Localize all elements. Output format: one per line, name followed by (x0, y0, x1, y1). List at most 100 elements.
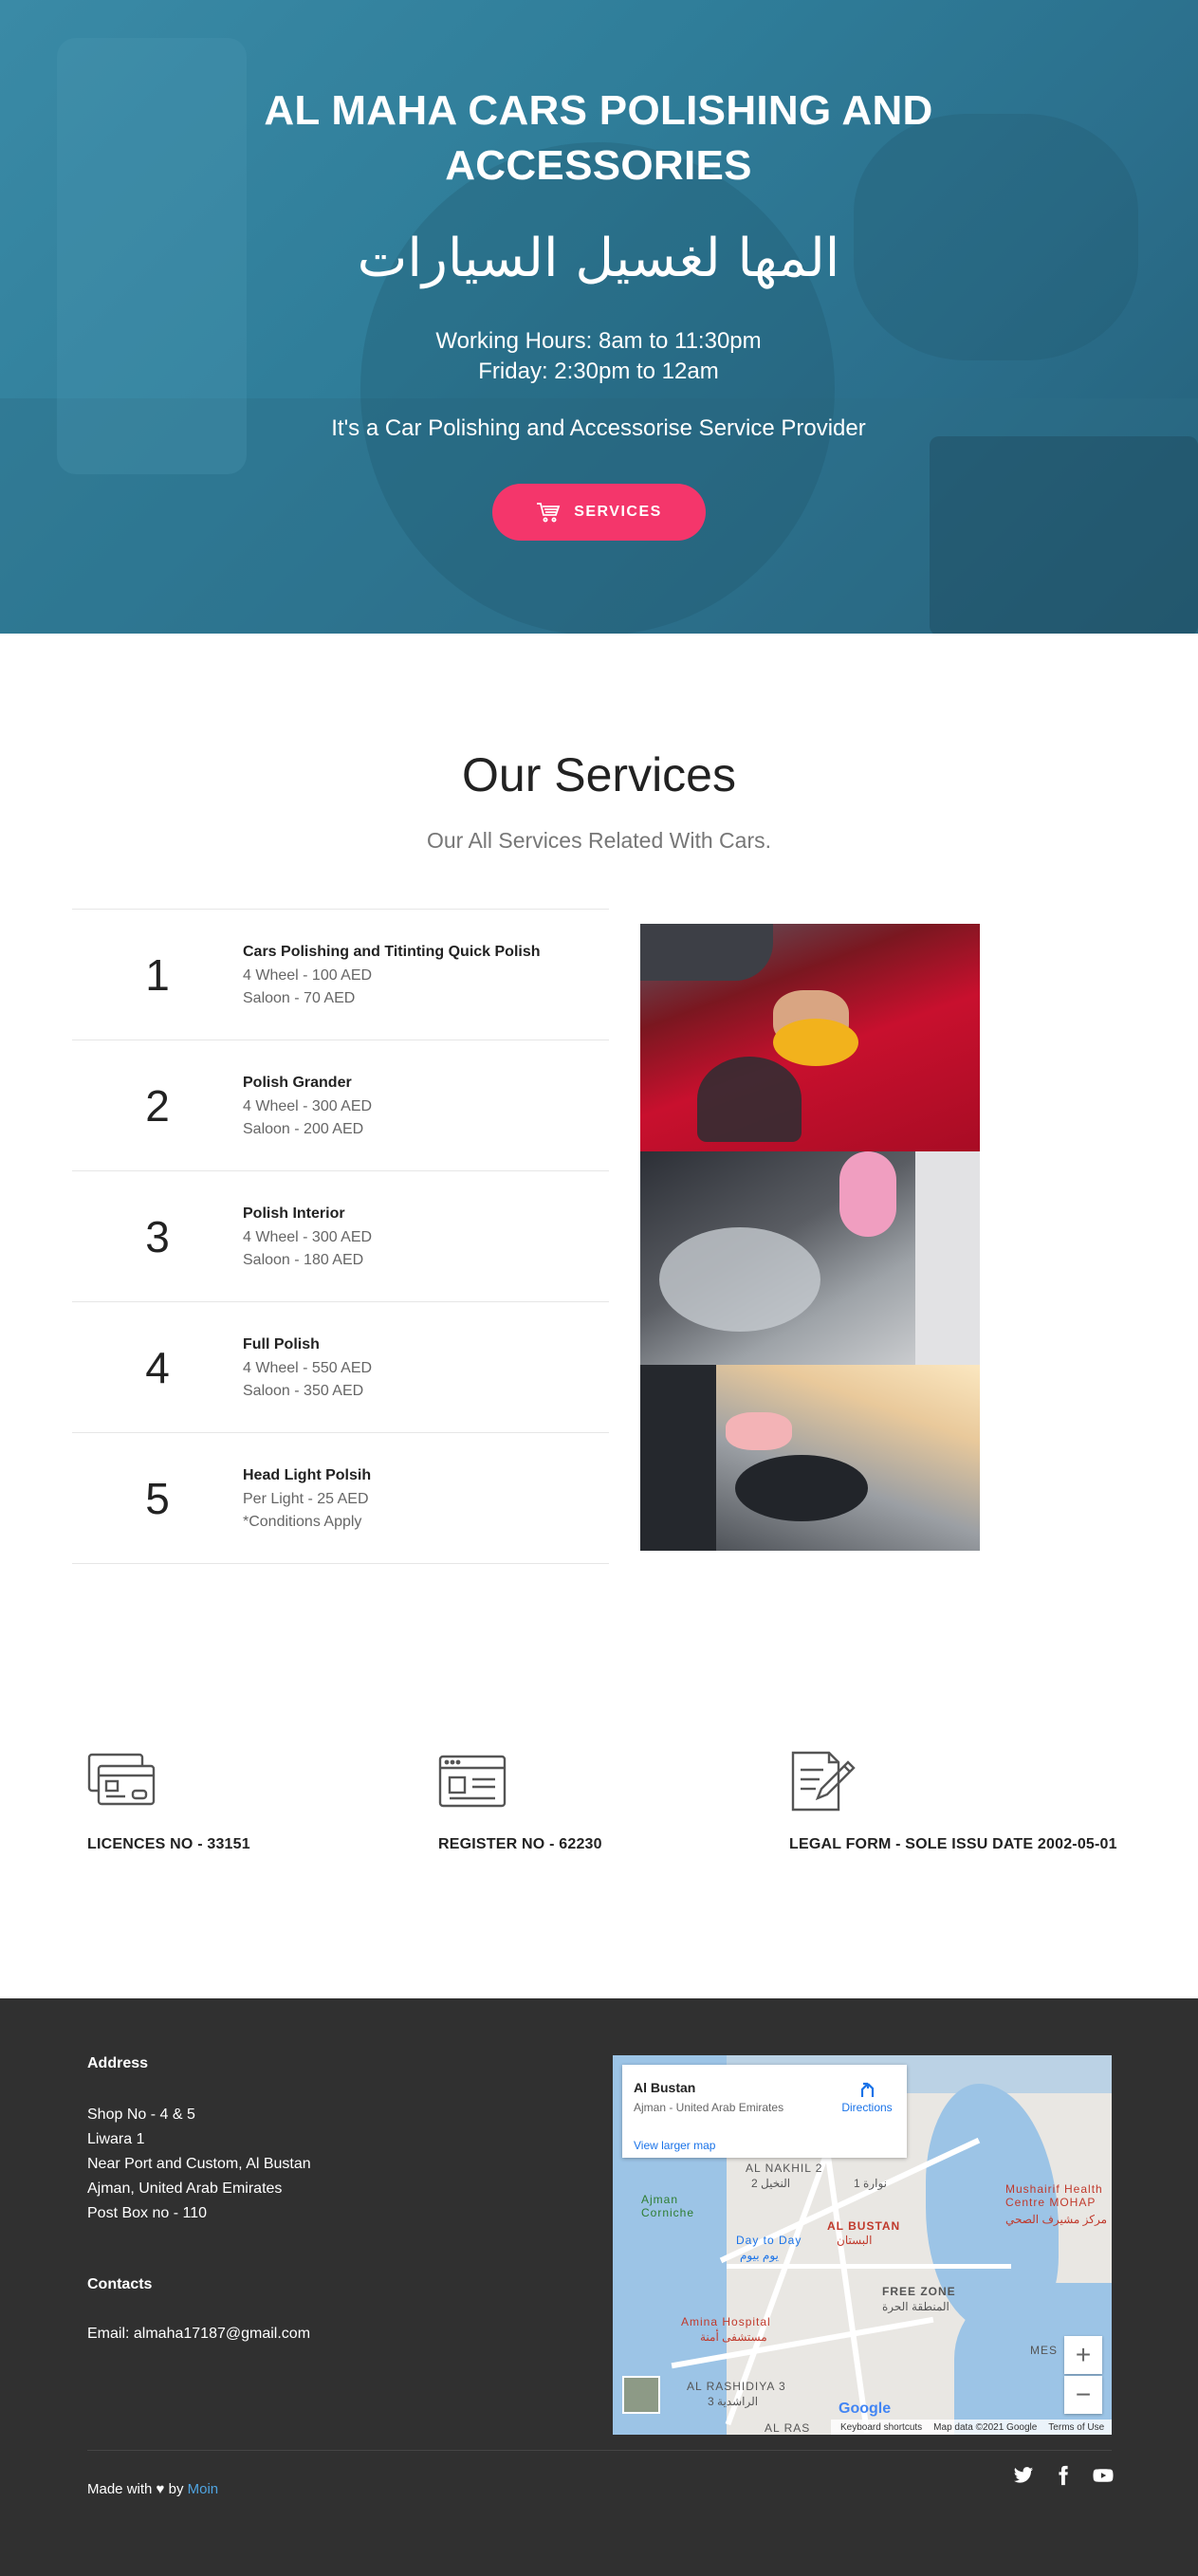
legal-form: LEGAL FORM - SOLE ISSU DATE 2002-05-01 (789, 1836, 1117, 1852)
twitter-icon[interactable] (1013, 2465, 1034, 2486)
address-line: Near Port and Custom, Al Bustan (87, 2156, 311, 2172)
directions-icon (860, 2082, 875, 2097)
register-number: REGISTER NO - 62230 (438, 1836, 602, 1852)
cart-icon (537, 503, 561, 523)
view-larger-map-link[interactable]: View larger map (634, 2139, 715, 2152)
credit-card-icon (87, 1753, 156, 1806)
keyboard-shortcuts-link[interactable]: Keyboard shortcuts (840, 2422, 922, 2433)
service-number: 1 (145, 949, 170, 1000)
photo-glove (839, 1151, 896, 1237)
photo-cloth (726, 1412, 792, 1450)
photo-headlight (697, 1057, 802, 1142)
map-place-name: Al Bustan (634, 2080, 696, 2095)
service-price: 4 Wheel - 550 AED (243, 1359, 373, 1376)
map-attribution: Keyboard shortcuts Map data ©2021 Google… (831, 2420, 1112, 2435)
map-label: AL BUSTAN (827, 2219, 901, 2233)
working-hours: Working Hours: 8am to 11:30pm Friday: 2:… (314, 326, 883, 387)
address-line: Post Box no - 110 (87, 2205, 207, 2221)
map-place-card: Al Bustan Ajman - United Arab Emirates V… (622, 2065, 907, 2158)
service-item: 2 Polish Grander 4 Wheel - 300 AED Saloo… (72, 1040, 609, 1171)
directions-button[interactable]: Directions (839, 2078, 895, 2114)
hero-tagline: It's a Car Polishing and Accessorise Ser… (331, 415, 866, 441)
made-with-credit: Made with ♥ by Moin (87, 2481, 218, 2497)
directions-label: Directions (841, 2101, 893, 2114)
address-heading: Address (87, 2055, 149, 2071)
map-label: المنطقة الحرة (882, 2300, 949, 2313)
map-label: Ajman Corniche (641, 2193, 695, 2219)
facebook-icon[interactable] (1053, 2465, 1074, 2486)
photo-person (915, 1151, 980, 1365)
map-satellite-toggle[interactable] (622, 2376, 660, 2414)
photo-arm (640, 924, 773, 981)
services-button-label: SERVICES (574, 504, 662, 520)
document-edit-icon (791, 1751, 856, 1812)
service-item: 4 Full Polish 4 Wheel - 550 AED Saloon -… (72, 1302, 609, 1433)
service-number: 3 (145, 1211, 170, 1261)
heart-icon: ♥ (156, 2481, 165, 2497)
service-name: Cars Polishing and Titinting Quick Polis… (243, 943, 541, 960)
service-number: 5 (145, 1473, 170, 1523)
hero-arabic-title: المها لغسيل السيارات (357, 228, 840, 289)
licence-info: LICENCES NO - 33151 (87, 1751, 448, 1853)
footer-divider (87, 2450, 1112, 2451)
youtube-icon[interactable] (1093, 2465, 1114, 2486)
map-place-address: Ajman - United Arab Emirates (634, 2101, 784, 2114)
author-link[interactable]: Moin (188, 2481, 219, 2497)
service-price: 4 Wheel - 100 AED (243, 966, 373, 984)
google-logo: Google (839, 2401, 892, 2417)
hero-title: AL MAHA CARS POLISHING AND ACCESSORIES (264, 87, 933, 189)
legal-form-info: LEGAL FORM - SOLE ISSU DATE 2002-05-01 (789, 1751, 1150, 1853)
service-price: Saloon - 350 AED (243, 1382, 364, 1399)
made-with-text: Made with (87, 2481, 153, 2497)
map-label: MES (1030, 2344, 1059, 2357)
photo-sponge (773, 1019, 858, 1066)
map-zoom-in[interactable]: + (1064, 2336, 1102, 2374)
address-line: Liwara 1 (87, 2131, 145, 2147)
map-label: مركز مشيرف الصحي (1005, 2213, 1108, 2226)
map-label: نوارة 1 (854, 2177, 887, 2190)
service-item: 3 Polish Interior 4 Wheel - 300 AED Salo… (72, 1171, 609, 1302)
hero-bg-door (57, 38, 247, 474)
address-line: Ajman, United Arab Emirates (87, 2180, 283, 2197)
map-road (727, 2264, 1011, 2269)
car-polishing-photo (640, 924, 980, 1151)
address-block: Shop No - 4 & 5 Liwara 1 Near Port and C… (87, 2103, 311, 2226)
service-name: Full Polish (243, 1335, 320, 1352)
address-line: Shop No - 4 & 5 (87, 2107, 195, 2123)
service-number: 2 (145, 1080, 170, 1131)
map-label: مستشفى أمنة (700, 2330, 767, 2344)
terms-of-use-link[interactable]: Terms of Use (1048, 2422, 1104, 2433)
services-subtitle: Our All Services Related With Cars. (426, 828, 771, 853)
map-label: Mushairif Health Centre MOHAP (1005, 2182, 1103, 2209)
services-title: Our Services (462, 748, 736, 801)
working-hours-friday: Friday: 2:30pm to 12am (478, 359, 719, 384)
licence-number: LICENCES NO - 33151 (87, 1836, 250, 1852)
service-number: 4 (145, 1342, 170, 1392)
service-item: 1 Cars Polishing and Titinting Quick Pol… (72, 910, 609, 1040)
map-label: FREE ZONE (882, 2285, 956, 2298)
service-price: 4 Wheel - 300 AED (243, 1097, 373, 1114)
service-item: 5 Head Light Polsih Per Light - 25 AED *… (72, 1433, 609, 1564)
hero-banner: AL MAHA CARS POLISHING AND ACCESSORIES ا… (0, 0, 1198, 634)
car-detailing-photo (640, 1365, 980, 1551)
map-label: النخيل 2 (751, 2177, 791, 2190)
map-label: Amina Hospital (681, 2315, 771, 2328)
contact-email[interactable]: Email: almaha17187@gmail.com (87, 2322, 310, 2346)
service-price: *Conditions Apply (243, 1513, 362, 1530)
photo-headlight (735, 1455, 868, 1521)
service-price: Saloon - 180 AED (243, 1251, 364, 1268)
site-footer: Address Shop No - 4 & 5 Liwara 1 Near Po… (0, 1998, 1198, 2576)
map-zoom-out[interactable]: − (1064, 2376, 1102, 2414)
services-button[interactable]: SERVICES (492, 484, 706, 541)
hero-bg-tire (930, 436, 1198, 634)
social-links (1013, 2465, 1114, 2486)
map-label: البستان (837, 2234, 873, 2247)
services-list: 1 Cars Polishing and Titinting Quick Pol… (72, 909, 609, 1564)
register-info: REGISTER NO - 62230 (438, 1751, 799, 1853)
services-images (640, 924, 980, 1551)
map-label: Day to Day (736, 2234, 802, 2247)
contacts-heading: Contacts (87, 2276, 153, 2292)
map-label: AL NAKHIL 2 (746, 2162, 823, 2175)
location-map[interactable]: AL NAKHIL 2 النخيل 2 نوارة 1 AL BUSTAN ا… (613, 2055, 1112, 2435)
working-hours-weekday: Working Hours: 8am to 11:30pm (435, 328, 762, 354)
